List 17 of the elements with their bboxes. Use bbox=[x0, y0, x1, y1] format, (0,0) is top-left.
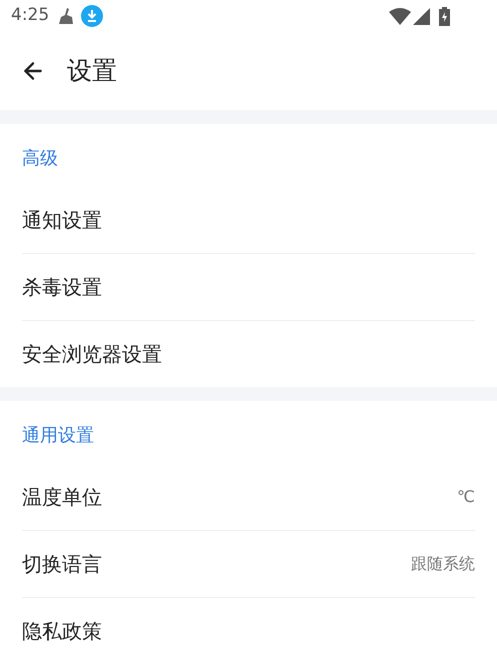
settings-item[interactable]: 温度单位 bbox=[22, 463, 458, 530]
settings-item[interactable]: 切换语言 bbox=[22, 531, 411, 597]
status-time: 4:25 bbox=[11, 4, 50, 28]
signal-icon bbox=[413, 8, 430, 24]
setting-value: ℃ bbox=[457, 486, 475, 508]
section-title: 通用设置 bbox=[22, 424, 94, 448]
settings-item[interactable]: 杀毒设置 bbox=[22, 254, 475, 320]
download-icon bbox=[81, 5, 104, 27]
page-title: 设置 bbox=[67, 55, 117, 88]
settings-item[interactable]: 隐私政策 bbox=[22, 598, 475, 650]
battery-icon bbox=[439, 6, 450, 26]
setting-value: 跟随系统 bbox=[411, 553, 475, 575]
section-title: 高级 bbox=[22, 147, 58, 171]
wifi-icon bbox=[389, 8, 411, 24]
settings-item[interactable]: 通知设置 bbox=[22, 186, 475, 253]
broom-icon bbox=[57, 7, 76, 25]
settings-item[interactable]: 安全浏览器设置 bbox=[22, 321, 475, 387]
